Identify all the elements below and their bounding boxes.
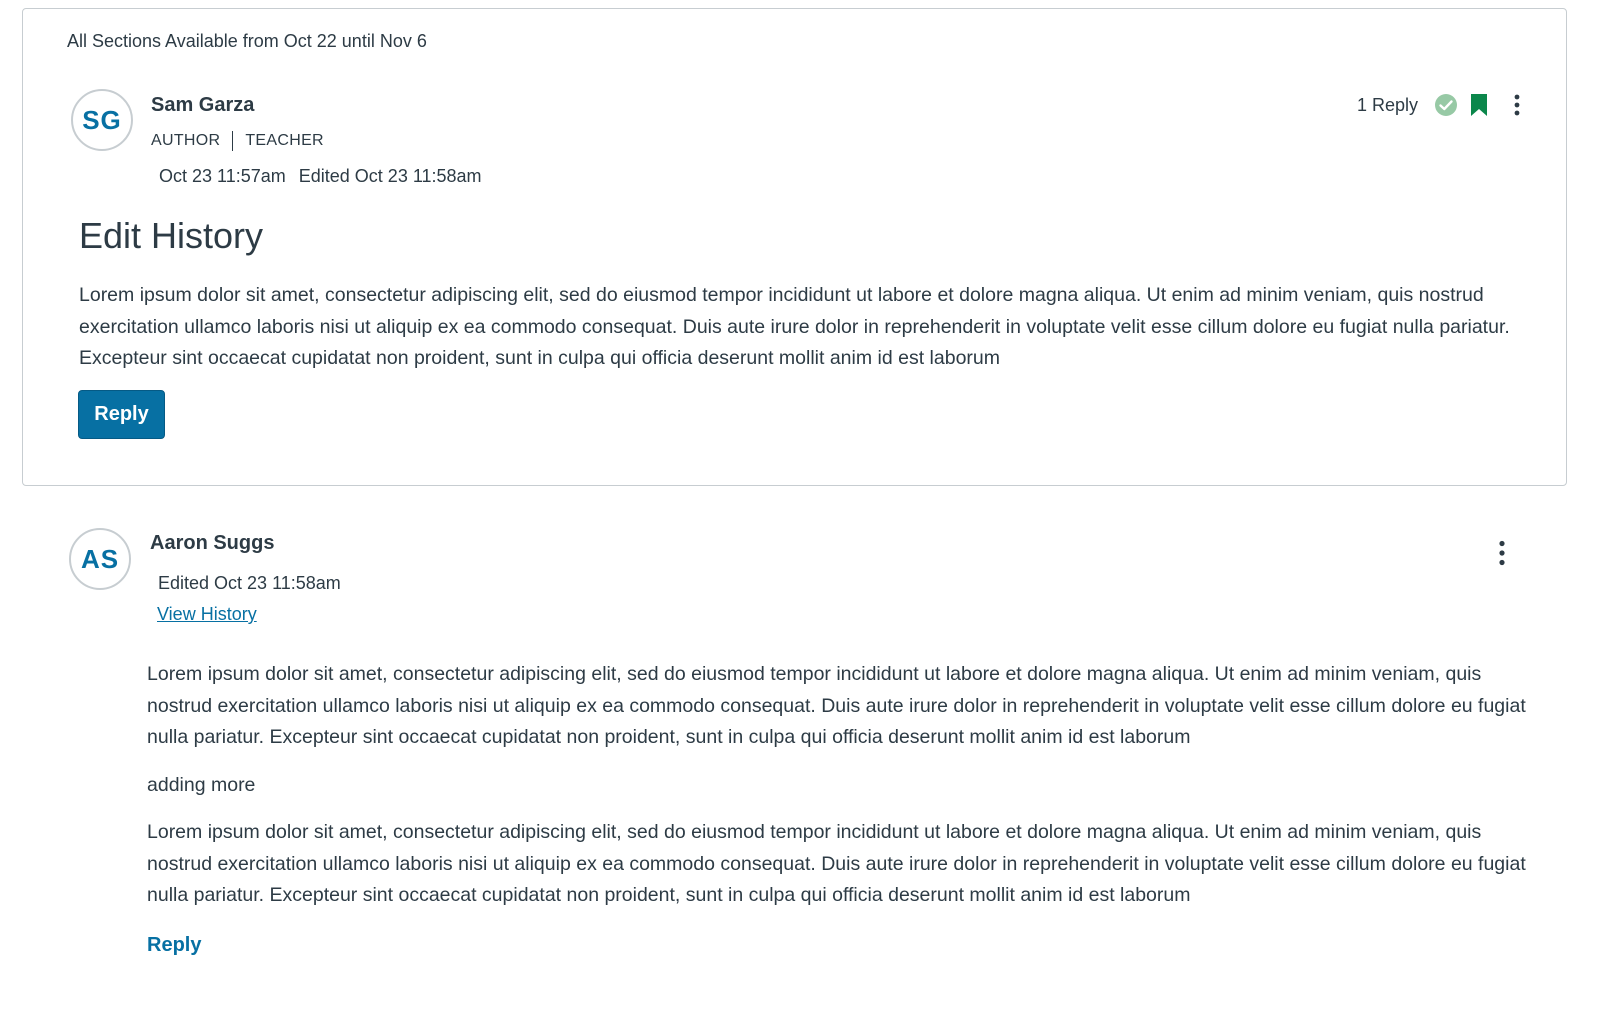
topic-body: Lorem ipsum dolor sit amet, consectetur …: [79, 284, 1510, 369]
discussion-topic-card: All Sections Available from Oct 22 until…: [22, 8, 1567, 486]
entry-paragraph: Lorem ipsum dolor sit amet, consectetur …: [147, 663, 1526, 748]
bookmark-icon[interactable]: [1470, 94, 1488, 116]
avatar[interactable]: SG: [71, 89, 133, 151]
kebab-menu-icon[interactable]: [1498, 540, 1506, 566]
role-author-label: AUTHOR: [151, 132, 221, 149]
entry-paragraph: adding more: [147, 774, 256, 796]
reply-button[interactable]: Reply: [78, 390, 165, 439]
role-teacher-label: TEACHER: [245, 132, 324, 149]
edited-timestamp: Edited Oct 23 11:58am: [298, 166, 482, 186]
avatar[interactable]: AS: [69, 528, 131, 590]
avatar-initials: AS: [80, 543, 120, 574]
posted-timestamp: Oct 23 11:57am: [159, 166, 286, 186]
entry-edited-timestamp: Edited Oct 23 11:58am: [158, 573, 341, 593]
check-circle-icon[interactable]: [1434, 93, 1458, 117]
author-name[interactable]: Sam Garza: [151, 94, 254, 117]
reply-count[interactable]: 1 Reply: [1357, 95, 1418, 116]
author-roles: AUTHOR TEACHER: [151, 131, 324, 151]
avatar-initials: SG: [82, 104, 122, 135]
topic-header-actions: 1 Reply: [1357, 93, 1520, 117]
reply-link[interactable]: Reply: [147, 934, 201, 957]
availability-text: All Sections Available from Oct 22 until…: [67, 31, 427, 51]
page-title: Edit History: [79, 215, 264, 256]
view-history-link[interactable]: View History: [157, 604, 257, 625]
post-timestamps: Oct 23 11:57am Edited Oct 23 11:58am: [159, 166, 482, 187]
entry-author-name[interactable]: Aaron Suggs: [150, 532, 274, 555]
kebab-menu-icon[interactable]: [1514, 94, 1520, 116]
discussion-page: All Sections Available from Oct 22 until…: [0, 0, 1600, 1020]
role-divider: [232, 131, 234, 151]
entry-paragraph: Lorem ipsum dolor sit amet, consectetur …: [147, 821, 1526, 906]
